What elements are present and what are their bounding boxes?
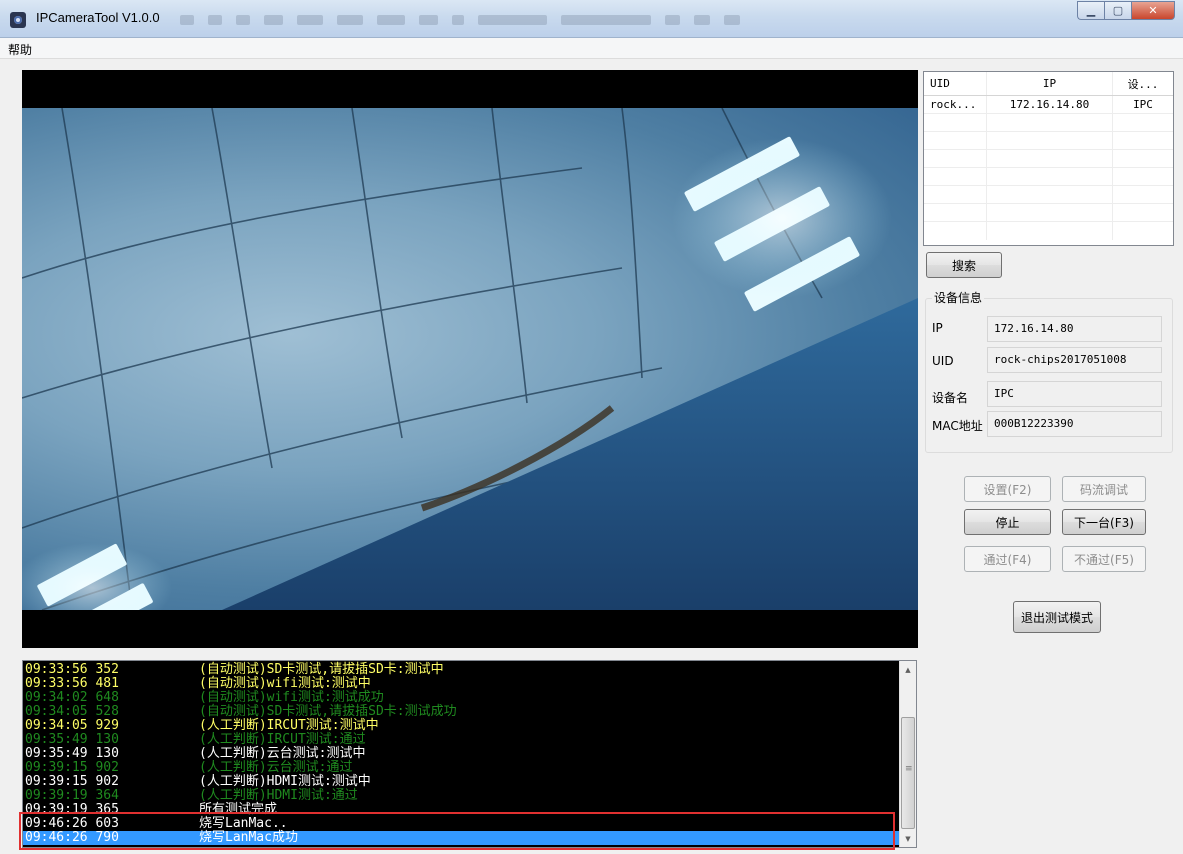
background-toolbar-ghost <box>180 10 741 30</box>
log-line: 09:39:15 902 (人工判断)HDMI测试:测试中 <box>23 775 901 789</box>
minimize-button[interactable]: ▁ <box>1077 1 1104 20</box>
log-message: (人工判断)HDMI测试:通过 <box>199 788 358 803</box>
camera-image <box>22 108 918 610</box>
log-time: 09:39:15 902 <box>25 774 119 789</box>
table-row[interactable]: rock... 172.16.14.80 IPC <box>924 96 1173 114</box>
close-button[interactable]: ✕ <box>1131 1 1175 20</box>
window-controls: ▁ ▢ ✕ <box>1077 1 1175 20</box>
log-message: (自动测试)SD卡测试,请拔插SD卡:测试成功 <box>199 704 457 719</box>
log-message: (人工判断)云台测试:测试中 <box>199 746 366 761</box>
log-message: (自动测试)wifi测试:测试成功 <box>199 690 384 705</box>
scroll-down-arrow-icon[interactable]: ▼ <box>900 830 916 847</box>
log-line: 09:35:49 130 (人工判断)云台测试:测试中 <box>23 747 901 761</box>
log-message: (人工判断)IRCUT测试:测试中 <box>199 718 379 733</box>
window-title: IPCameraTool V1.0.0 <box>36 10 160 25</box>
scroll-thumb[interactable] <box>901 717 915 829</box>
log-time: 09:35:49 130 <box>25 746 119 761</box>
log-time: 09:39:19 364 <box>25 788 119 803</box>
table-row-empty <box>924 186 1173 204</box>
app-icon <box>10 12 26 28</box>
log-message: (人工判断)HDMI测试:测试中 <box>199 774 371 789</box>
log-time: 09:33:56 481 <box>25 676 119 691</box>
log-message: (人工判断)IRCUT测试:通过 <box>199 732 366 747</box>
table-row-empty <box>924 204 1173 222</box>
table-row-empty <box>924 168 1173 186</box>
log-time: 09:34:05 929 <box>25 718 119 733</box>
device-info-title: 设备信息 <box>932 289 985 306</box>
device-name-field[interactable]: IPC <box>987 381 1162 407</box>
log-message: 烧写LanMac成功 <box>199 830 298 845</box>
uid-field[interactable]: rock-chips2017051008 <box>987 347 1162 373</box>
log-line: 09:39:15 902 (人工判断)云台测试:通过 <box>23 761 901 775</box>
ip-field[interactable]: 172.16.14.80 <box>987 316 1162 342</box>
column-header-device[interactable]: 设... <box>1113 72 1173 95</box>
uid-label: UID <box>932 354 954 368</box>
log-time: 09:39:15 902 <box>25 760 119 775</box>
table-row-empty <box>924 132 1173 150</box>
device-name-label: 设备名 <box>932 391 969 405</box>
table-row-empty <box>924 222 1173 240</box>
column-header-ip[interactable]: IP <box>987 72 1113 95</box>
log-time: 09:35:49 130 <box>25 732 119 747</box>
log-message: 烧写LanMac.. <box>199 816 288 831</box>
log-time: 09:34:05 528 <box>25 704 119 719</box>
scroll-up-arrow-icon[interactable]: ▲ <box>900 661 916 678</box>
log-line: 09:34:05 929 (人工判断)IRCUT测试:测试中 <box>23 719 901 733</box>
search-button[interactable]: 搜索 <box>926 252 1002 278</box>
stop-button[interactable]: 停止 <box>964 509 1051 535</box>
cell-ip: 172.16.14.80 <box>987 96 1113 113</box>
log-scrollbar[interactable]: ▲ ▼ <box>899 661 916 847</box>
mac-label: MAC地址 <box>932 419 983 433</box>
log-line: 09:35:49 130 (人工判断)IRCUT测试:通过 <box>23 733 901 747</box>
log-time: 09:34:02 648 <box>25 690 119 705</box>
table-header: UID IP 设... <box>924 72 1173 96</box>
exit-test-mode-button[interactable]: 退出测试模式 <box>1013 601 1101 633</box>
log-line: 09:39:19 365 所有测试完成 <box>23 803 901 817</box>
camera-frame <box>22 108 918 610</box>
menu-help[interactable]: 帮助 <box>8 41 32 58</box>
log-line: 09:33:56 481 (自动测试)wifi测试:测试中 <box>23 677 901 691</box>
next-device-button[interactable]: 下一台(F3) <box>1062 509 1146 535</box>
cell-uid: rock... <box>924 96 987 113</box>
log-line: 09:34:05 528 (自动测试)SD卡测试,请拔插SD卡:测试成功 <box>23 705 901 719</box>
cell-type: IPC <box>1133 98 1153 111</box>
title-bar: IPCameraTool V1.0.0 ▁ ▢ ✕ <box>0 0 1183 38</box>
column-header-uid[interactable]: UID <box>924 72 987 95</box>
table-row-empty <box>924 114 1173 132</box>
device-list-table[interactable]: UID IP 设... rock... 172.16.14.80 IPC <box>923 71 1174 246</box>
log-time: 09:46:26 603 <box>25 816 119 831</box>
log-message: 所有测试完成 <box>199 802 278 817</box>
log-line: 09:33:56 352 (自动测试)SD卡测试,请拔插SD卡:测试中 <box>23 663 901 677</box>
log-line: 09:34:02 648 (自动测试)wifi测试:测试成功 <box>23 691 901 705</box>
mac-field[interactable]: 000B12223390 <box>987 411 1162 437</box>
log-time: 09:46:26 790 <box>25 830 119 845</box>
maximize-button[interactable]: ▢ <box>1104 1 1131 20</box>
log-line: 09:46:26 603 烧写LanMac.. <box>23 817 901 831</box>
pass-button[interactable]: 通过(F4) <box>964 546 1051 572</box>
log-time: 09:33:56 352 <box>25 662 119 677</box>
settings-button[interactable]: 设置(F2) <box>964 476 1051 502</box>
log-message: (自动测试)SD卡测试,请拔插SD卡:测试中 <box>199 662 444 677</box>
stream-debug-button[interactable]: 码流调试 <box>1062 476 1146 502</box>
table-row-empty <box>924 150 1173 168</box>
menu-bar: 帮助 <box>0 38 1183 59</box>
log-message: (自动测试)wifi测试:测试中 <box>199 676 371 691</box>
log-line-selected[interactable]: 09:46:26 790 烧写LanMac成功 <box>23 831 901 845</box>
log-console[interactable]: 09:33:56 352 (自动测试)SD卡测试,请拔插SD卡:测试中 09:33… <box>22 660 917 848</box>
ip-label: IP <box>932 321 943 335</box>
log-line: 09:39:19 364 (人工判断)HDMI测试:通过 <box>23 789 901 803</box>
video-preview <box>22 70 918 648</box>
log-time: 09:39:19 365 <box>25 802 119 817</box>
fail-button[interactable]: 不通过(F5) <box>1062 546 1146 572</box>
log-message: (人工判断)云台测试:通过 <box>199 760 353 775</box>
